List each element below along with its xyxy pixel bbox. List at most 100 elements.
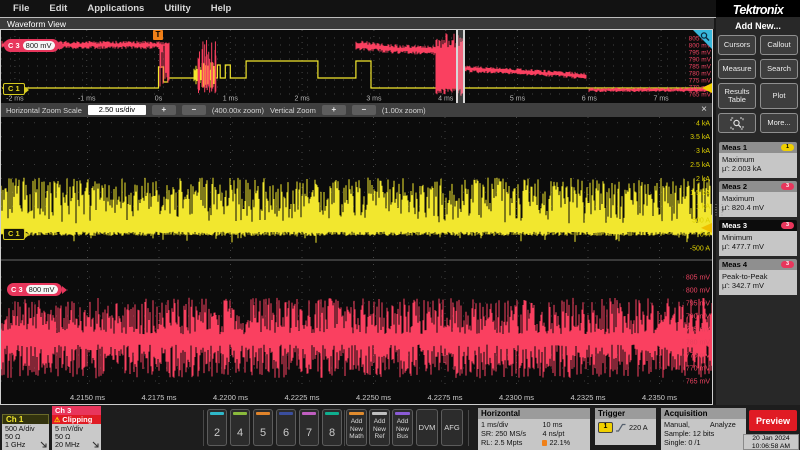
channel-1-badge[interactable]: Ch 1 500 A/div 50 Ω 1 GHz: [2, 414, 49, 450]
channel-4-button[interactable]: 4: [230, 409, 250, 446]
search-button[interactable]: Search: [760, 59, 798, 79]
ch3-overview-trace: [465, 66, 518, 75]
acquisition-panel[interactable]: Acquisition Manual,Analyze Sample: 12 bi…: [661, 408, 746, 450]
main-plot[interactable]: 4 kA3.5 kA3 kA2.5 kA2 kA1.5 kA1 kA500 A0…: [1, 117, 712, 404]
source-badge: 1: [781, 144, 794, 151]
main-time-label: 4.2325 ms: [570, 393, 605, 402]
meas-1-card[interactable]: Meas 1 1 Maximum µ': 2.003 kA: [719, 142, 797, 178]
source-badge: 3: [781, 183, 794, 190]
overview-waveform-display[interactable]: -2 ms-1 ms0s1 ms2 ms3 ms4 ms5 ms6 ms7 ms…: [1, 30, 712, 103]
preview-button[interactable]: Preview: [749, 410, 797, 431]
measurement-results-list: Meas 1 1 Maximum µ': 2.003 kA Meas 2 3 M…: [716, 142, 800, 295]
meas-name: Meas 2: [722, 182, 747, 191]
sidebar-button-grid: Cursors Callout Measure Search Results T…: [716, 35, 800, 133]
overview-ch1-badge[interactable]: C 1: [3, 83, 25, 95]
source-badge: 3: [781, 261, 794, 268]
ch1-axis-label: 1.5 kA: [690, 190, 710, 197]
channel-5-button[interactable]: 5: [253, 409, 273, 446]
v-zoom-plus-button[interactable]: +: [322, 105, 346, 115]
main-time-label: 4.2200 ms: [213, 393, 248, 402]
channel-2-button[interactable]: 2: [207, 409, 227, 446]
afg-button[interactable]: AFG: [441, 409, 463, 446]
v-zoom-minus-button[interactable]: −: [352, 105, 376, 115]
add-new-ref-button[interactable]: Add New Ref: [369, 409, 390, 446]
menu-file[interactable]: File: [13, 3, 29, 14]
datetime-display: 20 Jan 2024 10:06:58 AM: [743, 434, 799, 450]
overview-ch3-badge[interactable]: C 3 800 mV: [4, 39, 59, 52]
meas-type: Maximum: [722, 194, 794, 203]
h-zoom-plus-button[interactable]: +: [152, 105, 176, 115]
ch1-axis-label: 3 kA: [696, 148, 710, 155]
meas-3-card[interactable]: Meas 3 3 Minimum µ': 477.7 mV: [719, 220, 797, 256]
more-button[interactable]: More...: [760, 113, 798, 133]
plot-button[interactable]: Plot: [760, 83, 798, 109]
channel-7-button[interactable]: 7: [299, 409, 319, 446]
main-time-label: 4.2300 ms: [499, 393, 534, 402]
overview-time-label: -1 ms: [78, 96, 96, 103]
date: 20 Jan 2024: [744, 435, 798, 443]
ch3-axis-label: 790 mV: [686, 314, 710, 321]
v-zoom-factor: (1.00x zoom): [382, 106, 426, 115]
panel-splitter-handle[interactable]: ⋮⋮⋮⋮: [712, 205, 724, 215]
meas-4-card[interactable]: Meas 4 3 Peak-to-Peak µ': 342.7 mV: [719, 259, 797, 295]
overview-right-label: 765 mV: [689, 92, 712, 99]
overview-plot[interactable]: -2 ms-1 ms0s1 ms2 ms3 ms4 ms5 ms6 ms7 ms…: [1, 30, 712, 103]
ch3-main-trace: [1, 298, 712, 379]
ch3-axis-label: 765 mV: [686, 379, 710, 386]
waveform-display-frame: -2 ms-1 ms0s1 ms2 ms3 ms4 ms5 ms6 ms7 ms…: [0, 29, 713, 405]
zoom-overview-flag-icon[interactable]: [693, 30, 712, 49]
h-zoom-scale-input[interactable]: 2.50 us/div: [88, 105, 146, 115]
meas-value: µ': 820.4 mV: [722, 203, 794, 212]
trigger-panel[interactable]: Trigger 1 220 A: [595, 408, 656, 445]
trigger-source-badge: 1: [598, 422, 613, 433]
main-ch1-badge[interactable]: C 1: [3, 228, 25, 240]
horizontal-title: Horizontal: [478, 408, 590, 419]
channel-8-button[interactable]: 8: [322, 409, 342, 446]
overview-right-label: 790 mV: [689, 57, 712, 64]
ch3-scale-value: 800 mV: [23, 41, 55, 50]
horizontal-panel[interactable]: Horizontal 1 ms/div10 ms SR: 250 MS/s4 n…: [478, 408, 590, 450]
close-zoom-icon[interactable]: ×: [701, 105, 707, 115]
menu-help[interactable]: Help: [211, 3, 232, 14]
divider: [203, 410, 204, 446]
main-ch3-badge[interactable]: C 3 800 mV: [7, 283, 62, 296]
dvm-button[interactable]: DVM: [416, 409, 438, 446]
zoom-tool-button[interactable]: [718, 113, 756, 133]
expand-icon: [40, 441, 47, 448]
add-new-math-button[interactable]: Add New Math: [346, 409, 367, 446]
results-table-button[interactable]: Results Table: [718, 83, 756, 109]
channel-3-badge[interactable]: Ch 3 ⚠ Clipping 5 mV/div 50 Ω 20 MHz: [52, 406, 101, 450]
channel-6-button[interactable]: 6: [276, 409, 296, 446]
meas-2-card[interactable]: Meas 2 3 Maximum µ': 820.4 mV: [719, 181, 797, 217]
divider: [468, 410, 469, 446]
zoom-window-indicator[interactable]: [456, 30, 465, 103]
ch3-scale-value: 800 mV: [26, 285, 58, 294]
menu-bar: File Edit Applications Utility Help: [0, 0, 716, 17]
bottom-settings-bar: Ch 1 500 A/div 50 Ω 1 GHz Ch 3 ⚠ Clippin…: [0, 405, 800, 450]
callout-button[interactable]: Callout: [760, 35, 798, 55]
ch3-overview-trace: [356, 41, 395, 54]
ch3-overview-trace: [395, 44, 436, 55]
menu-utility[interactable]: Utility: [164, 3, 190, 14]
ch3-axis-label: 800 mV: [686, 288, 710, 295]
meas-value: µ': 342.7 mV: [722, 281, 794, 290]
zoom-overlay-icon: [730, 117, 744, 130]
h-zoom-minus-button[interactable]: −: [182, 105, 206, 115]
ch1-main-trace: [1, 178, 712, 243]
add-new-bus-button[interactable]: Add New Bus: [392, 409, 413, 446]
overview-time-label: 4 ms: [438, 96, 454, 103]
main-waveform-display[interactable]: 4 kA3.5 kA3 kA2.5 kA2 kA1.5 kA1 kA500 A0…: [1, 117, 712, 404]
cursors-button[interactable]: Cursors: [718, 35, 756, 55]
menu-applications[interactable]: Applications: [87, 3, 144, 14]
overview-time-label: 1 ms: [223, 96, 239, 103]
waveform-view-tab[interactable]: Waveform View: [0, 18, 714, 29]
measure-button[interactable]: Measure: [718, 59, 756, 79]
ch3-name: Ch 3: [52, 406, 101, 415]
main-time-label: 4.2250 ms: [356, 393, 391, 402]
overview-right-label: 780 mV: [689, 71, 712, 78]
menu-edit[interactable]: Edit: [49, 3, 67, 14]
overview-right-label: 775 mV: [689, 78, 712, 85]
trigger-position-flag[interactable]: T: [153, 30, 163, 40]
ch1-axis-label: 1 kA: [696, 204, 710, 211]
overview-time-label: 7 ms: [654, 96, 670, 103]
